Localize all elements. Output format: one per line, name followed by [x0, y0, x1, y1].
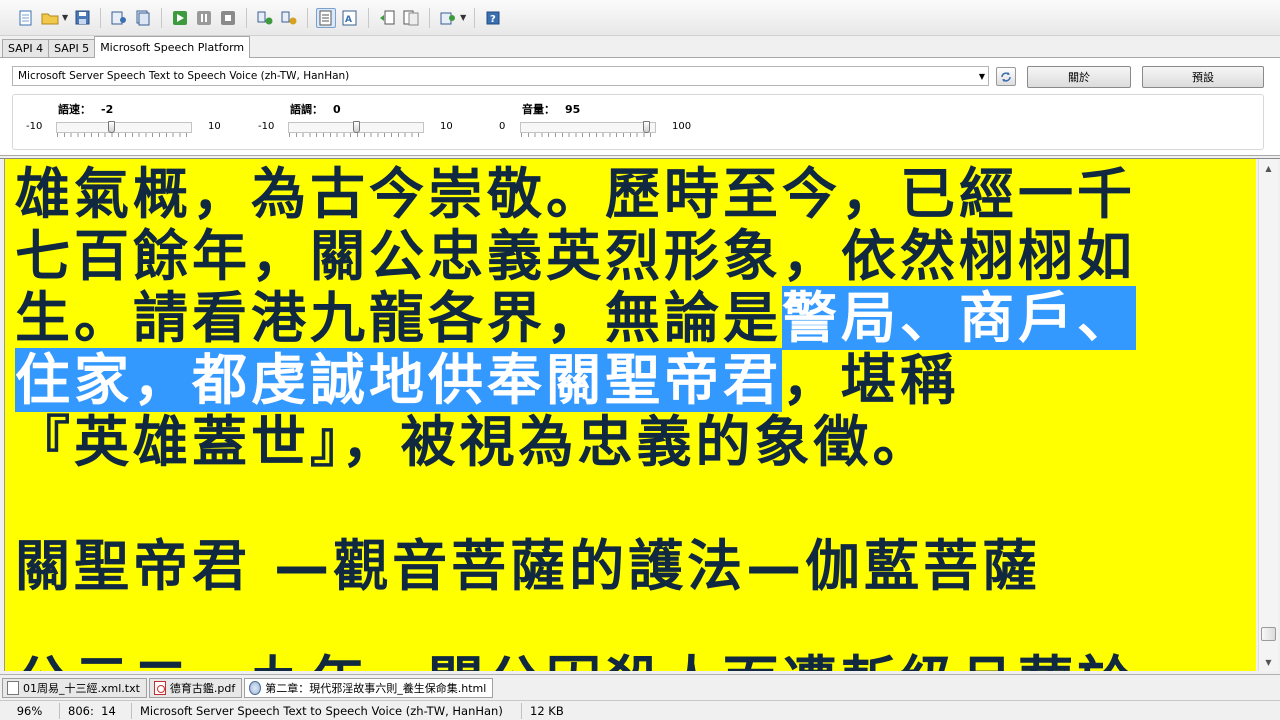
convert-mp3-icon[interactable]	[279, 8, 299, 28]
volume-slider[interactable]	[520, 122, 656, 137]
page-next-icon[interactable]	[401, 8, 421, 28]
speed-max-label: 10	[208, 121, 221, 132]
speed-min-label: -10	[26, 121, 43, 132]
pdf-file-icon	[153, 680, 166, 695]
selected-text: 警局、商戶、	[782, 286, 1137, 350]
speed-label: 語速： -2	[58, 103, 114, 116]
pitch-max-label: 10	[440, 121, 453, 132]
status-zoom: 96%	[0, 702, 60, 719]
doc-tab-html[interactable]: 第二章：現代邪淫故事六則_養生保命集.html	[244, 677, 494, 698]
stop-icon[interactable]	[218, 8, 238, 28]
editor-line: 『英雄蓋世』，被視為忠義的象徵。	[15, 410, 932, 474]
refresh-voices-button[interactable]	[996, 67, 1016, 86]
voice-settings-panel: Microsoft Server Speech Text to Speech V…	[0, 58, 1280, 156]
pause-icon[interactable]	[194, 8, 214, 28]
toolbar-separator	[307, 7, 309, 28]
page-prev-icon[interactable]	[377, 8, 397, 28]
about-button[interactable]: 關於	[1027, 66, 1131, 88]
voice-select-value: Microsoft Server Speech Text to Speech V…	[18, 70, 350, 82]
editor-line: 公元二一九年，關公因殺人而遭斬級且葬於	[15, 651, 1136, 671]
status-file-size: 12 KB	[530, 703, 564, 718]
editor-line: 雄氣概，為古今崇敬。歷時至今，已經一千	[15, 162, 1137, 226]
volume-max-label: 100	[672, 121, 692, 132]
html-file-icon	[249, 680, 262, 695]
save-icon[interactable]	[72, 8, 92, 28]
default-button[interactable]: 預設	[1142, 66, 1264, 88]
play-icon[interactable]	[170, 8, 190, 28]
text-view-icon[interactable]	[316, 7, 337, 28]
volume-min-label: 0	[499, 121, 506, 132]
editor-line: 七百餘年，關公忠義英烈形象，依然栩栩如	[15, 224, 1137, 288]
pitch-label: 語調： 0	[290, 103, 341, 116]
editor-line: 關聖帝君 —觀音菩薩的護法—伽藍菩薩	[15, 534, 1042, 598]
html-view-icon[interactable]: A	[340, 8, 360, 28]
main-toolbar: ▼ A ▼ ?	[0, 0, 1280, 36]
text-editor[interactable]: 雄氣概，為古今崇敬。歷時至今，已經一千 七百餘年，關公忠義英烈形象，依然栩栩如 …	[4, 159, 1256, 671]
refresh-icon	[1001, 71, 1011, 82]
tab-sapi4[interactable]: SAPI 4	[2, 39, 50, 57]
tab-sapi5[interactable]: SAPI 5	[48, 39, 96, 57]
open-folder-icon[interactable]	[40, 8, 60, 28]
toolbar-separator	[161, 7, 163, 28]
vertical-scrollbar[interactable]: ▲ ▼	[1258, 159, 1278, 671]
read-aloud-icon[interactable]	[109, 8, 129, 28]
svg-text:A: A	[345, 15, 352, 25]
new-document-icon[interactable]	[16, 8, 36, 28]
toolbar-separator	[368, 7, 370, 28]
settings-dropdown-icon[interactable]: ▼	[460, 13, 466, 22]
volume-slider-thumb[interactable]	[642, 121, 650, 133]
volume-label: 音量： 95	[522, 103, 581, 116]
open-dropdown-icon[interactable]: ▼	[62, 13, 68, 22]
toolbar-separator	[100, 7, 102, 28]
tab-microsoft-speech-platform[interactable]: Microsoft Speech Platform	[94, 36, 251, 58]
selected-text: 住家，都虔誠地供奉關聖帝君	[15, 348, 783, 412]
convert-icon[interactable]	[255, 8, 275, 28]
doc-tab-txt[interactable]: 01周易_十三經.xml.txt	[2, 677, 147, 698]
text-file-icon	[7, 680, 19, 695]
editor-area: 雄氣概，為古今崇敬。歷時至今，已經一千 七百餘年，關公忠義英烈形象，依然栩栩如 …	[0, 158, 1280, 672]
toolbar-separator	[429, 7, 431, 28]
pitch-slider-thumb[interactable]	[352, 121, 360, 133]
scroll-down-icon[interactable]: ▼	[1261, 655, 1276, 669]
toolbar-separator	[474, 7, 476, 28]
status-bar: 96% 806: 14 Microsoft Server Speech Text…	[0, 700, 1280, 720]
svg-text:?: ?	[490, 14, 496, 25]
settings-icon[interactable]	[438, 8, 458, 28]
editor-line: 生。請看港九龍各界，無論是警局、商戶、	[15, 286, 1137, 350]
editor-line: 住家，都虔誠地供奉關聖帝君，堪稱	[15, 348, 960, 412]
toolbar-separator	[246, 7, 248, 28]
chevron-down-icon[interactable]: ▼	[979, 72, 985, 81]
speed-slider-thumb[interactable]	[107, 121, 115, 133]
document-tabs: 01周易_十三經.xml.txt 德育古鑑.pdf 第二章：現代邪淫故事六則_養…	[0, 674, 1280, 700]
speed-slider[interactable]	[56, 122, 192, 137]
pitch-min-label: -10	[258, 121, 275, 132]
help-icon[interactable]: ?	[483, 8, 503, 28]
status-cursor-position: 806: 14	[60, 702, 132, 719]
status-voice: Microsoft Server Speech Text to Speech V…	[132, 702, 522, 719]
voice-select[interactable]: Microsoft Server Speech Text to Speech V…	[12, 66, 989, 86]
read-aloud-all-icon[interactable]	[133, 8, 153, 28]
scroll-up-icon[interactable]: ▲	[1261, 161, 1276, 175]
scrollbar-thumb[interactable]	[1261, 627, 1276, 641]
engine-tabs: SAPI 4 SAPI 5 Microsoft Speech Platform	[0, 36, 1280, 58]
doc-tab-pdf[interactable]: 德育古鑑.pdf	[148, 677, 243, 698]
